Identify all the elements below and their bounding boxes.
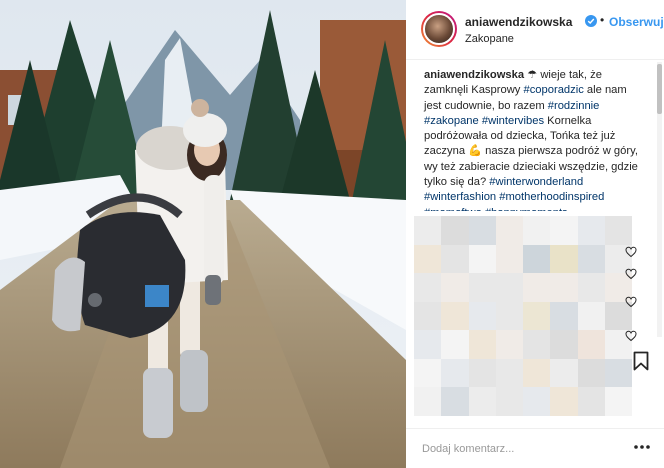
blurred-comment-block — [495, 387, 524, 416]
verified-badge-icon — [585, 15, 597, 27]
blurred-comment-block — [577, 244, 606, 274]
caption-username[interactable]: aniawendzikowska — [424, 69, 524, 81]
post-caption: aniawendzikowska ☂︎ wieje tak, że zamknę… — [424, 68, 646, 211]
follow-button[interactable]: Obserwuj — [609, 15, 664, 29]
comment-input[interactable] — [422, 440, 602, 458]
blurred-comment-block — [577, 216, 606, 245]
blurred-comment-block — [414, 387, 442, 416]
post-photo[interactable] — [0, 0, 406, 468]
blurred-comment-block — [495, 216, 524, 245]
blurred-comment-block — [550, 273, 578, 302]
blurred-comment-block — [495, 358, 524, 388]
blurred-comment-block — [414, 273, 442, 302]
blurred-comment-block — [441, 273, 469, 302]
header-username[interactable]: aniawendzikowska — [465, 15, 572, 29]
blurred-comment-block — [495, 330, 524, 359]
blurred-comment-block — [468, 244, 497, 274]
blurred-comment-block — [441, 301, 469, 331]
blurred-comment-block — [604, 216, 632, 245]
blurred-comment-block — [550, 244, 578, 274]
blurred-comment-block — [523, 301, 551, 331]
blurred-comment-block — [441, 244, 469, 274]
blurred-comment-block — [577, 273, 606, 302]
blurred-comment-block — [523, 330, 551, 359]
blurred-comment-block — [414, 216, 442, 245]
blurred-comment-block — [414, 330, 442, 359]
caption-hashtag-link[interactable]: #winterfashion — [424, 191, 496, 203]
header-separator-dot: • — [600, 13, 605, 27]
post-location[interactable]: Zakopane — [465, 33, 514, 45]
caption-hashtag-link[interactable]: #motherhoodinspired — [499, 191, 604, 203]
blurred-comment-block — [495, 273, 524, 302]
blurred-comment-block — [604, 387, 632, 416]
caption-hashtag-link[interactable]: #rodzinnie — [548, 100, 600, 112]
blurred-comment-block — [604, 358, 632, 388]
blurred-comment-block — [441, 216, 469, 245]
blurred-comment-block — [550, 358, 578, 388]
blurred-comment-block — [468, 330, 497, 359]
blurred-comment-block — [414, 244, 442, 274]
blurred-comment-block — [577, 358, 606, 388]
comments-scroll-thumb[interactable] — [657, 64, 662, 114]
post-side-panel: aniawendzikowska • Obserwuj Zakopane ani… — [406, 0, 664, 468]
blurred-comments — [414, 216, 632, 416]
blurred-comment-block — [523, 244, 551, 274]
blurred-comment-block — [523, 273, 551, 302]
blurred-comment-block — [414, 358, 442, 388]
blurred-comment-block — [523, 216, 551, 245]
caption-hashtag-link[interactable]: #happymoments — [485, 207, 568, 211]
blurred-comment-block — [550, 330, 578, 359]
bookmark-outline-icon[interactable] — [633, 351, 649, 371]
blurred-comment-block — [577, 387, 606, 416]
avatar-story-ring[interactable] — [421, 11, 457, 47]
blurred-comment-block — [523, 358, 551, 388]
post-header: aniawendzikowska • Obserwuj Zakopane — [406, 0, 664, 60]
blurred-comment-block — [441, 358, 469, 388]
blurred-comment-block — [495, 301, 524, 331]
avatar[interactable] — [423, 13, 455, 45]
heart-outline-icon[interactable] — [625, 330, 637, 342]
blurred-comment-block — [550, 387, 578, 416]
caption-hashtag-link[interactable]: #wintervibes — [482, 115, 544, 127]
blurred-comment-block — [577, 330, 606, 359]
blurred-comment-block — [523, 387, 551, 416]
blurred-comment-block — [550, 216, 578, 245]
blurred-comment-block — [441, 387, 469, 416]
blurred-comment-block — [468, 387, 497, 416]
heart-outline-icon[interactable] — [625, 268, 637, 280]
blurred-comment-block — [468, 273, 497, 302]
caption-text: ☂︎ wieje tak, że zamknęli Kasprowy #copo… — [424, 69, 638, 211]
blurred-comment-block — [550, 301, 578, 331]
caption-hashtag-link[interactable]: #coporadzic — [523, 84, 583, 96]
caption-hashtag-link[interactable]: #winterwonderland — [489, 176, 583, 188]
blurred-comment-block — [468, 358, 497, 388]
blurred-comment-block — [577, 301, 606, 331]
blurred-comment-block — [414, 301, 442, 331]
heart-outline-icon[interactable] — [625, 246, 637, 258]
caption-area: aniawendzikowska ☂︎ wieje tak, że zamknę… — [406, 61, 656, 211]
blurred-comment-block — [495, 244, 524, 274]
caption-hashtag-link[interactable]: #zakopane — [424, 115, 479, 127]
winter-scene-illustration — [0, 0, 406, 468]
blurred-comment-block — [468, 301, 497, 331]
blurred-comment-block — [468, 216, 497, 245]
heart-outline-icon[interactable] — [625, 296, 637, 308]
caption-hashtag-link[interactable]: #momoftwo — [424, 207, 482, 211]
blurred-comment-block — [441, 330, 469, 359]
comment-divider — [406, 428, 664, 429]
more-options-icon[interactable] — [632, 441, 652, 453]
